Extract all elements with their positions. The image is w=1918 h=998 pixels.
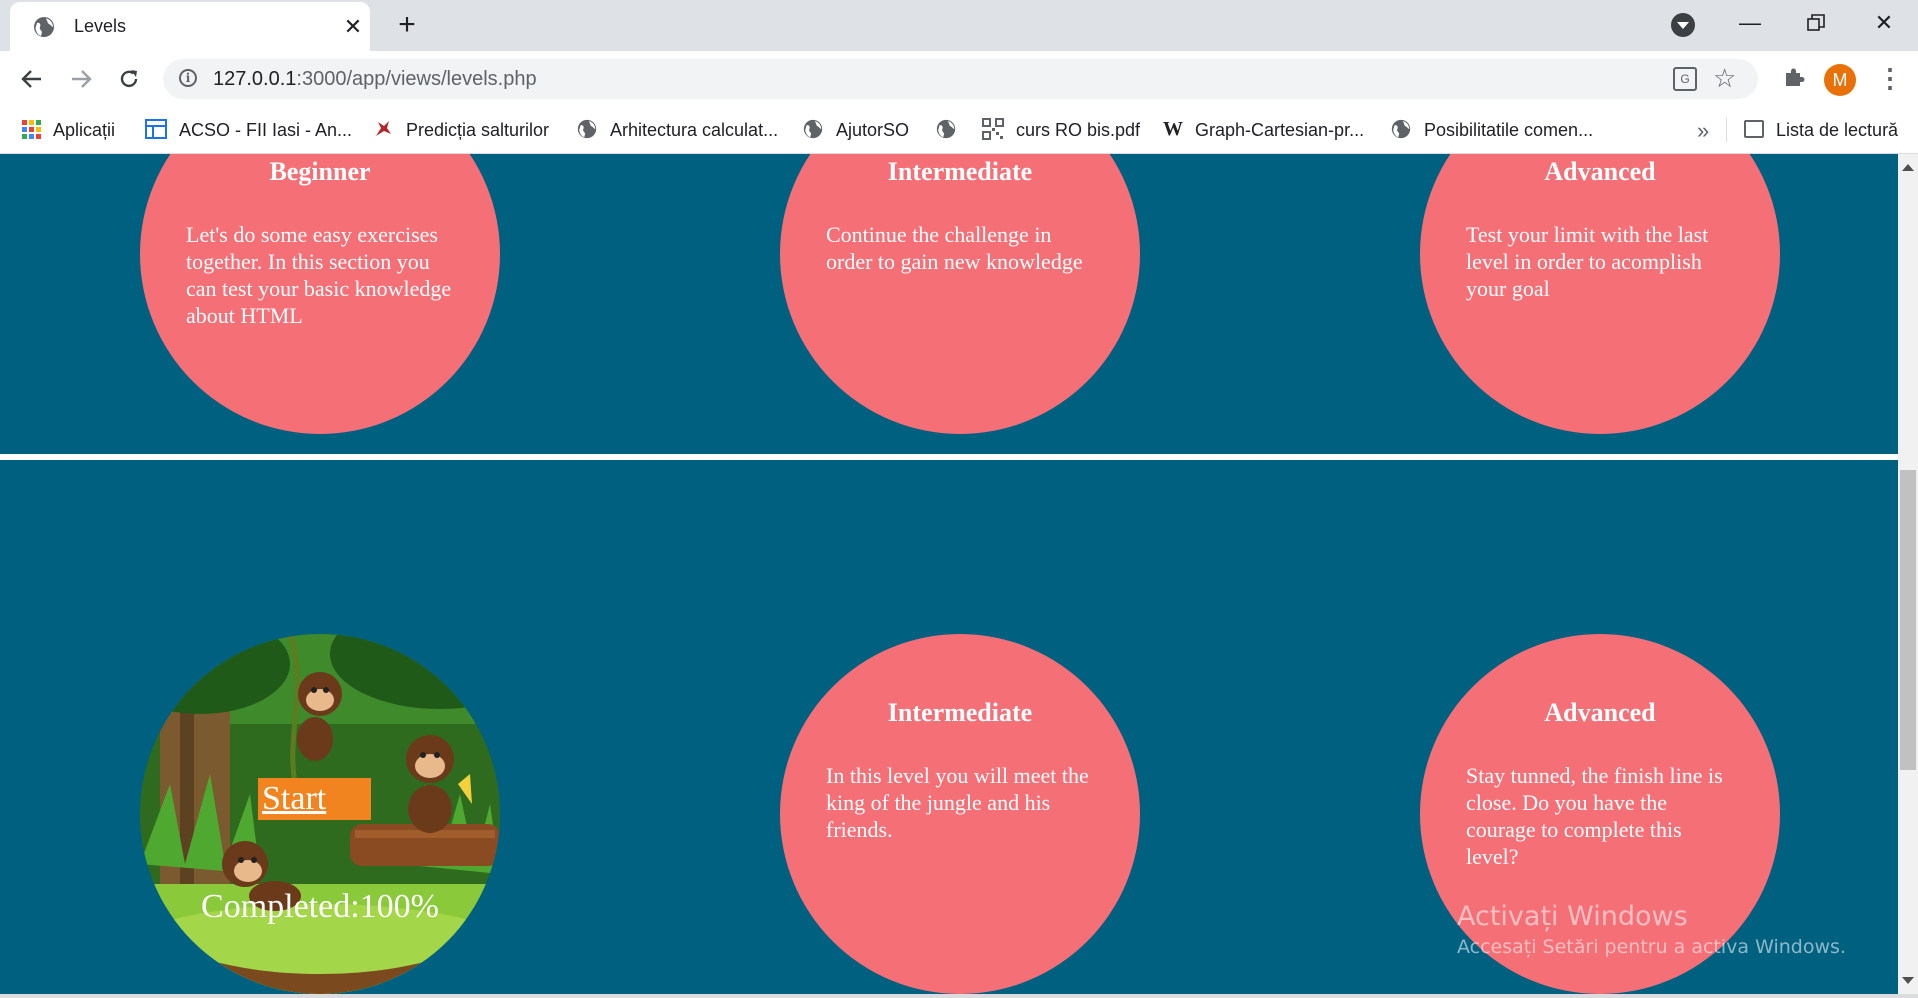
tab-strip: Levels ✕ + — ✕ xyxy=(0,0,1918,51)
level-description: Test your limit with the last level in o… xyxy=(1466,222,1709,301)
site-info-icon[interactable]: i xyxy=(179,69,197,87)
globe-icon xyxy=(803,120,823,139)
level-card-advanced[interactable]: Advanced Test your limit with the last l… xyxy=(1420,154,1780,434)
layout-icon xyxy=(145,119,167,140)
tab-title: Levels xyxy=(74,16,127,36)
scrollbar-thumb[interactable] xyxy=(1900,470,1916,770)
bookmark-globe[interactable] xyxy=(935,118,969,142)
close-window-icon[interactable]: ✕ xyxy=(1864,6,1904,40)
levels-section-1: Beginner Let's do some easy exercises to… xyxy=(0,154,1898,454)
start-button[interactable]: Start xyxy=(258,778,371,820)
level-description: In this level you will meet the king of … xyxy=(826,763,1089,842)
url-text[interactable]: 127.0.0.1:3000/app/views/levels.php xyxy=(213,68,537,91)
bookmark-star-icon[interactable]: ☆ xyxy=(1713,63,1736,94)
level-description: Stay tunned, the finish line is close. D… xyxy=(1466,763,1723,869)
level-title: Beginner xyxy=(269,157,371,186)
level-card-beginner-jungle[interactable]: Start Completed:100% xyxy=(140,634,500,994)
bookmark-arhitectura[interactable]: Arhitectura calculat... xyxy=(576,118,778,142)
bookmark-curs-ro[interactable]: curs RO bis.pdf xyxy=(982,118,1140,142)
reading-list-icon xyxy=(1744,120,1764,139)
more-menu-icon[interactable]: ⋮ xyxy=(1877,63,1903,95)
tab-search-dropdown-icon[interactable] xyxy=(1671,13,1695,37)
windows-activation-watermark: Activați Windows Accesați Setări pentru … xyxy=(1457,901,1846,958)
bookmark-divider xyxy=(1726,118,1727,142)
globe-icon xyxy=(1391,120,1411,139)
reading-list-button[interactable]: Lista de lectură xyxy=(1744,118,1898,142)
level-card-intermediate[interactable]: Intermediate In this level you will meet… xyxy=(780,634,1140,994)
level-card-beginner[interactable]: Beginner Let's do some easy exercises to… xyxy=(140,154,500,434)
watermark-title: Activați Windows xyxy=(1457,901,1688,932)
bookmark-posibilitatile[interactable]: Posibilitatile comen... xyxy=(1390,118,1593,142)
wikipedia-icon: W xyxy=(1163,118,1183,141)
forward-arrow-icon[interactable] xyxy=(63,61,99,97)
bookmark-graph-cartesian[interactable]: W Graph-Cartesian-pr... xyxy=(1163,118,1364,142)
qr-icon xyxy=(982,118,1004,141)
more-bookmarks-chevron-icon[interactable]: » xyxy=(1697,118,1709,144)
back-arrow-icon[interactable] xyxy=(14,61,50,97)
watermark-subtitle: Accesați Setări pentru a activa Windows. xyxy=(1457,936,1846,958)
extensions-puzzle-icon[interactable] xyxy=(1781,65,1807,91)
level-description: Let's do some easy exercises together. I… xyxy=(186,222,452,328)
window-bottom-edge xyxy=(0,994,1918,998)
close-tab-icon[interactable]: ✕ xyxy=(338,12,368,42)
level-title: Advanced xyxy=(1544,157,1656,186)
bookmark-predictia[interactable]: Predicția salturilor xyxy=(372,118,549,142)
reload-icon[interactable] xyxy=(111,61,147,97)
bookmark-apps[interactable]: Aplicații xyxy=(22,118,115,142)
level-title: Intermediate xyxy=(887,698,1033,727)
address-bar[interactable]: i 127.0.0.1:3000/app/views/levels.php G … xyxy=(163,59,1758,99)
profile-avatar[interactable]: M xyxy=(1824,64,1856,96)
scroll-down-arrow-icon[interactable] xyxy=(1902,977,1914,984)
new-tab-plus-icon[interactable]: + xyxy=(392,10,422,40)
level-card-intermediate[interactable]: Intermediate Continue the challenge in o… xyxy=(780,154,1140,434)
tab-levels[interactable]: Levels ✕ xyxy=(10,2,370,51)
restore-window-icon[interactable] xyxy=(1796,6,1836,40)
globe-icon xyxy=(577,120,597,139)
bird-icon xyxy=(376,121,391,137)
completed-progress-text: Completed:100% xyxy=(201,888,439,925)
bookmark-acso[interactable]: ACSO - FII Iasi - An... xyxy=(145,118,352,142)
level-description: Continue the challenge in order to gain … xyxy=(826,222,1083,274)
level-title: Intermediate xyxy=(887,157,1033,186)
browser-toolbar: i 127.0.0.1:3000/app/views/levels.php G … xyxy=(0,51,1918,106)
page-viewport: Beginner Let's do some easy exercises to… xyxy=(0,154,1898,994)
scroll-up-arrow-icon[interactable] xyxy=(1902,164,1914,171)
bookmarks-bar: Aplicații ACSO - FII Iasi - An... Predic… xyxy=(0,106,1918,154)
globe-icon xyxy=(936,120,956,139)
level-title: Advanced xyxy=(1544,698,1656,727)
minimize-icon[interactable]: — xyxy=(1730,6,1770,40)
apps-grid-icon xyxy=(22,119,41,139)
page-scrollbar[interactable] xyxy=(1898,154,1918,994)
globe-icon xyxy=(34,17,54,37)
bookmark-ajutorso[interactable]: AjutorSO xyxy=(802,118,909,142)
translate-icon[interactable]: G xyxy=(1673,67,1697,91)
